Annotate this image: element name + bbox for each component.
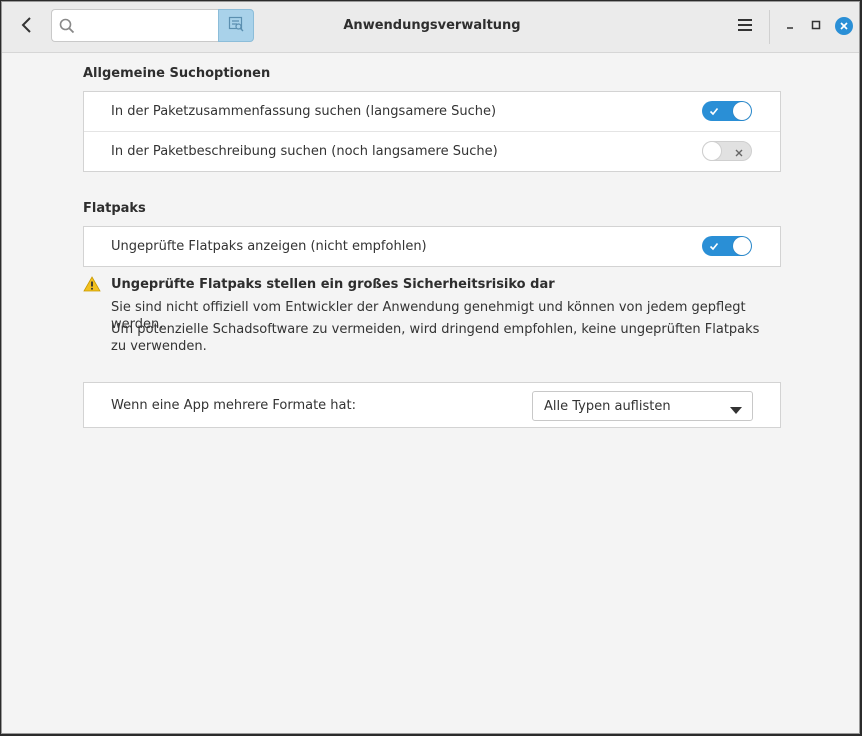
search-options-card: In der Paketzusammenfassung suchen (lang… — [83, 91, 781, 172]
list-item: In der Paketbeschreibung suchen (noch la… — [84, 131, 780, 171]
section-title-flatpaks: Flatpaks — [83, 201, 146, 216]
maximize-button[interactable] — [804, 14, 828, 38]
search-summary-switch[interactable] — [702, 101, 752, 121]
list-item: Wenn eine App mehrere Formate hat: Alle … — [84, 383, 780, 427]
dropdown-arrow-icon — [730, 403, 742, 418]
minimize-button[interactable] — [778, 14, 802, 38]
row-label: Ungeprüfte Flatpaks anzeigen (nicht empf… — [111, 239, 427, 254]
row-label: In der Paketbeschreibung suchen (noch la… — [111, 144, 498, 159]
switch-knob — [703, 142, 721, 160]
warning-triangle-icon — [83, 276, 101, 296]
row-label: Wenn eine App mehrere Formate hat: — [111, 397, 356, 413]
menu-button[interactable] — [730, 12, 760, 42]
back-button[interactable] — [12, 12, 42, 42]
minimize-icon — [785, 19, 795, 34]
flatpaks-card: Ungeprüfte Flatpaks anzeigen (nicht empf… — [83, 226, 781, 267]
switch-knob — [733, 237, 751, 255]
unverified-flatpaks-switch[interactable] — [702, 236, 752, 256]
check-icon — [709, 105, 719, 120]
window-title: Anwendungsverwaltung — [343, 18, 521, 33]
app-window: Anwendungsverwaltung Allgemeine Suchopti… — [1, 1, 860, 734]
formats-dropdown[interactable]: Alle Typen auflisten — [532, 391, 753, 421]
search-box[interactable] — [51, 9, 219, 42]
switch-knob — [733, 102, 751, 120]
hamburger-menu-icon — [737, 18, 753, 36]
warning-title: Ungeprüfte Flatpaks stellen ein großes S… — [111, 277, 555, 292]
search-input[interactable] — [82, 15, 216, 39]
row-label: In der Paketzusammenfassung suchen (lang… — [111, 104, 497, 119]
check-icon — [709, 240, 719, 255]
close-icon — [835, 17, 853, 35]
list-item: In der Paketzusammenfassung suchen (lang… — [84, 92, 780, 131]
list-item: Ungeprüfte Flatpaks anzeigen (nicht empf… — [84, 227, 780, 266]
header-bar: Anwendungsverwaltung — [2, 2, 859, 53]
cross-icon — [735, 146, 743, 161]
back-arrow-icon — [20, 16, 34, 38]
header-separator — [769, 10, 770, 44]
formats-card: Wenn eine App mehrere Formate hat: Alle … — [83, 382, 781, 428]
search-icon — [59, 18, 75, 38]
search-description-switch[interactable] — [702, 141, 752, 161]
dropdown-value: Alle Typen auflisten — [544, 399, 671, 414]
maximize-icon — [811, 19, 821, 34]
warning-text: Um potenzielle Schadsoftware zu vermeide… — [111, 322, 760, 354]
section-title-search-options: Allgemeine Suchoptionen — [83, 66, 271, 81]
close-button[interactable] — [831, 13, 857, 39]
search-in-description-toggle[interactable] — [218, 9, 254, 42]
search-in-description-icon — [228, 16, 244, 36]
